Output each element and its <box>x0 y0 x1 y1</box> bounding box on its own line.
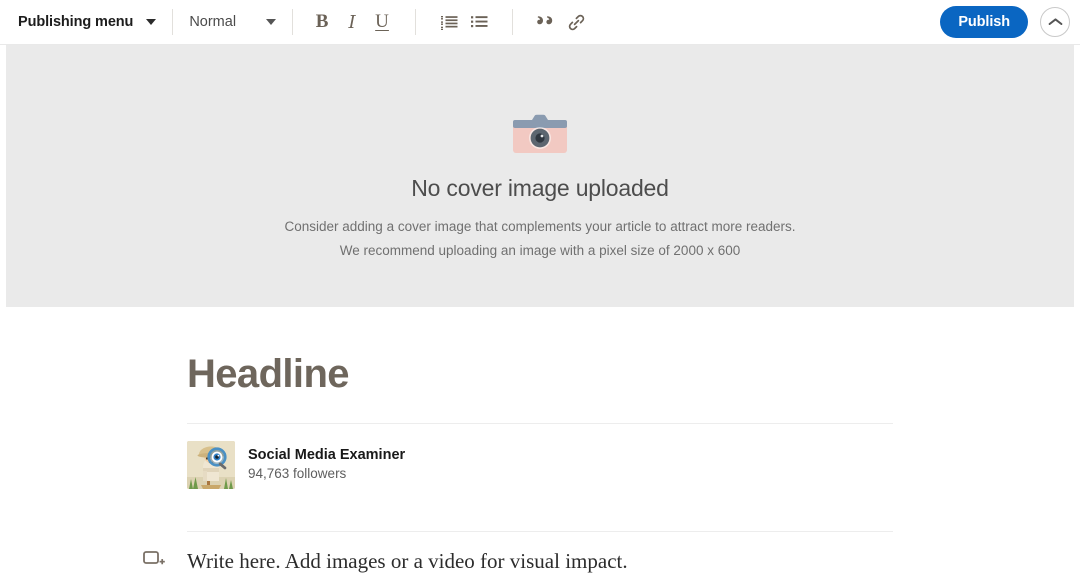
toolbar-divider <box>512 9 514 35</box>
text-style-dropdown[interactable]: Normal <box>187 11 278 33</box>
toolbar-divider <box>172 9 174 35</box>
chevron-down-icon <box>146 19 157 25</box>
camera-icon <box>513 113 567 160</box>
author-details: Social Media Examiner 94,763 followers <box>248 446 405 484</box>
underline-button[interactable]: U <box>367 7 397 37</box>
publishing-menu-dropdown[interactable]: Publishing menu <box>16 11 158 33</box>
article-content-column: Headline Social Media Examiner 94,763 fo… <box>143 307 893 574</box>
author-followers: 94,763 followers <box>248 466 347 482</box>
cover-subtitle-line-1: Consider adding a cover image that compl… <box>284 219 796 234</box>
author-row[interactable]: Social Media Examiner 94,763 followers <box>187 424 893 505</box>
italic-button[interactable]: I <box>337 7 367 37</box>
cover-empty-title: No cover image uploaded <box>411 175 669 201</box>
ordered-list-icon[interactable] <box>434 7 464 37</box>
insert-group <box>531 7 591 37</box>
collapse-toolbar-button[interactable] <box>1040 7 1070 37</box>
unordered-list-icon[interactable] <box>464 7 494 37</box>
headline-input[interactable]: Headline <box>187 307 893 397</box>
chevron-down-icon <box>266 19 277 25</box>
link-icon[interactable] <box>561 7 591 37</box>
author-name: Social Media Examiner <box>248 446 406 463</box>
avatar <box>187 441 235 489</box>
text-style-label: Normal <box>189 14 237 30</box>
toolbar-divider <box>292 9 294 35</box>
chevron-up-icon <box>1048 18 1062 25</box>
bold-button[interactable]: B <box>307 7 337 37</box>
cover-empty-subtitle: Consider adding a cover image that compl… <box>285 215 796 262</box>
text-format-group: B I U <box>307 7 397 37</box>
cover-image-upload-area[interactable]: No cover image uploaded Consider adding … <box>6 45 1074 307</box>
publish-button[interactable]: Publish <box>940 6 1028 38</box>
article-body-row: Write here. Add images or a video for vi… <box>143 532 893 574</box>
article-body-input[interactable]: Write here. Add images or a video for vi… <box>187 549 628 574</box>
cover-subtitle-line-2: We recommend uploading an image with a p… <box>339 242 741 258</box>
quote-icon[interactable] <box>531 7 561 37</box>
publishing-menu-label: Publishing menu <box>18 14 134 30</box>
add-media-icon[interactable] <box>143 550 165 575</box>
list-format-group <box>434 7 494 37</box>
toolbar-divider <box>415 9 417 35</box>
editor-toolbar: Publishing menu Normal B I U Publish <box>0 0 1080 45</box>
article-editor: Headline Social Media Examiner 94,763 fo… <box>0 307 1080 574</box>
